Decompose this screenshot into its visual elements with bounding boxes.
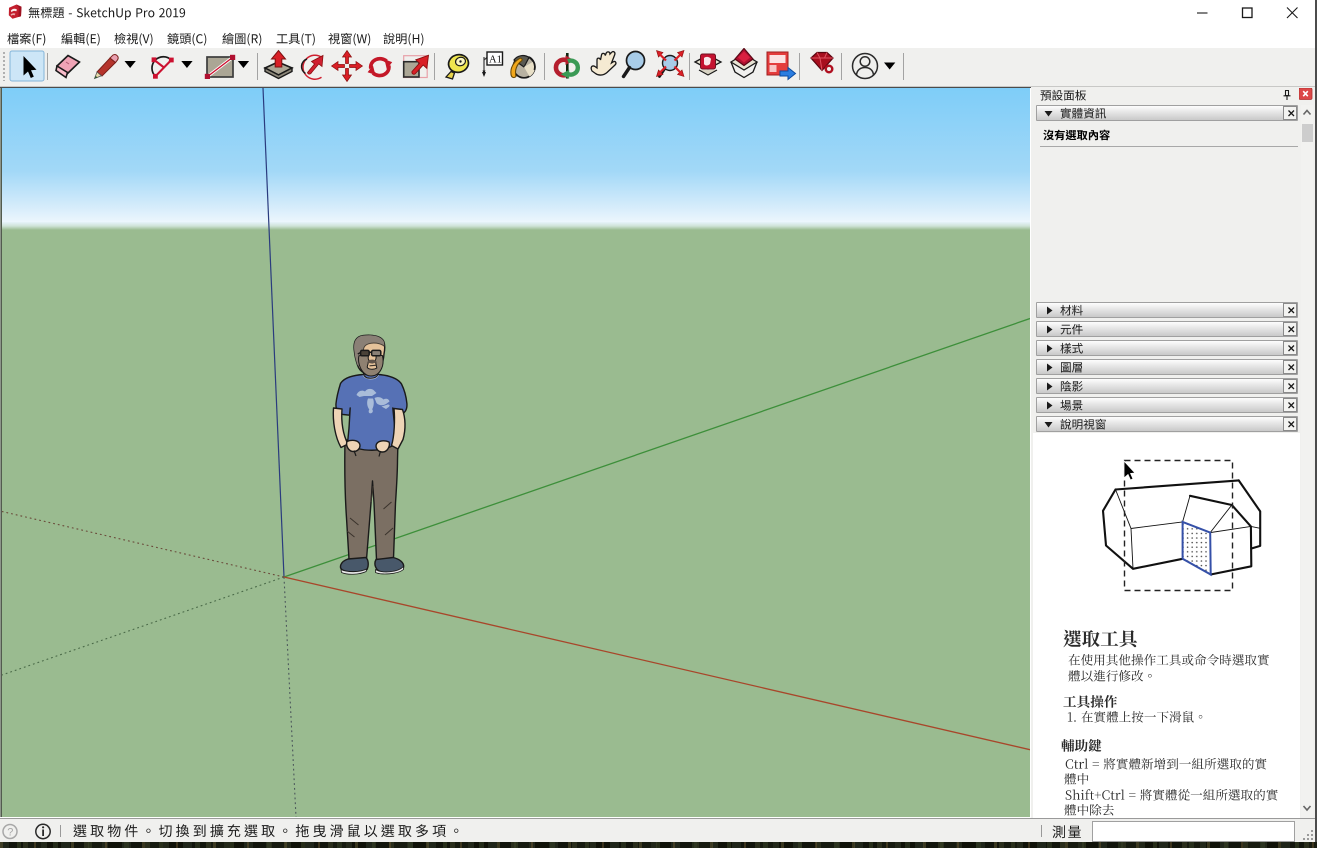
svg-text:?: ? [7,827,13,839]
svg-text:A1: A1 [489,55,502,66]
